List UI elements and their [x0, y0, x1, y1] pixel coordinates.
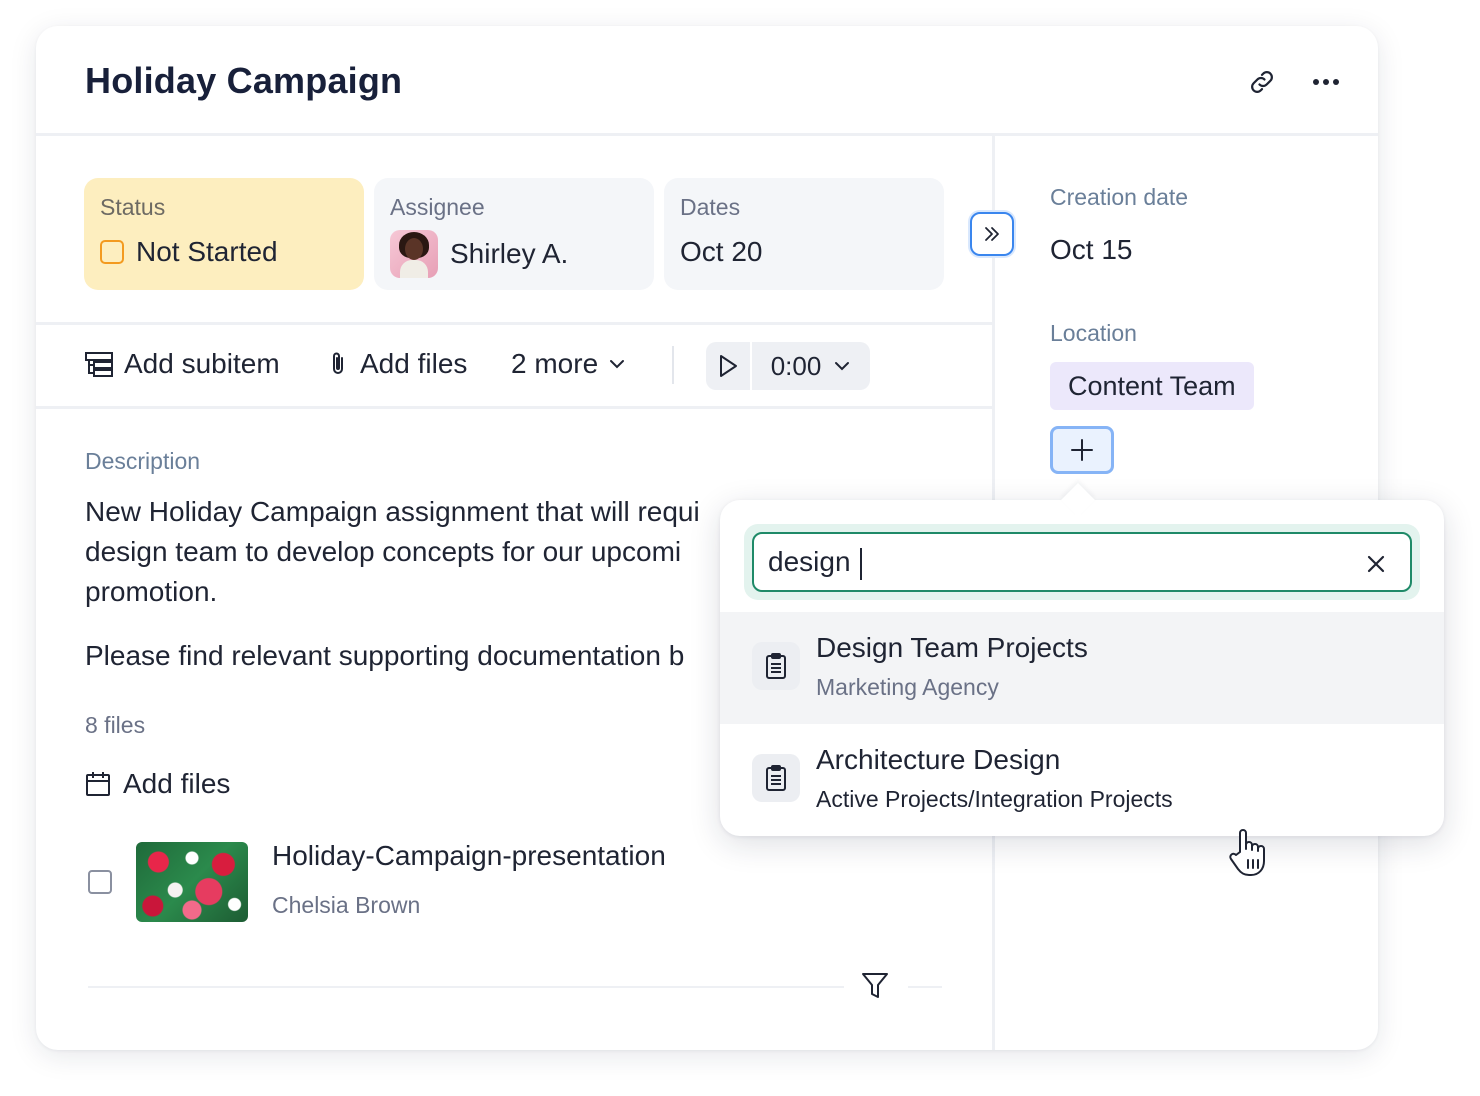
description-label: Description — [85, 448, 201, 474]
add-subitem-button[interactable]: Add subitem — [84, 348, 280, 380]
expand-panel-button[interactable] — [970, 212, 1014, 256]
dropdown-option[interactable]: Architecture Design Active Projects/Inte… — [720, 724, 1444, 836]
add-files-label: Add files — [360, 348, 468, 379]
timer-control: 0:00 — [706, 342, 870, 390]
location-label: Location — [1050, 320, 1137, 346]
dates-field[interactable]: Dates Oct 20 — [664, 178, 944, 290]
option-title: Architecture Design — [816, 744, 1061, 775]
more-horizontal-icon[interactable] — [1308, 64, 1344, 100]
clipboard-icon — [752, 754, 800, 802]
chevrons-right-icon — [985, 227, 999, 241]
avatar — [390, 230, 438, 278]
list-divider-end — [908, 986, 942, 988]
file-owner: Chelsia Brown — [272, 892, 421, 918]
add-files-button[interactable]: Add files — [326, 348, 467, 380]
toolbar-top-divider — [36, 322, 992, 325]
option-subtitle: Marketing Agency — [816, 674, 999, 700]
page-title: Holiday Campaign — [85, 60, 403, 101]
location-tag[interactable]: Content Team — [1050, 362, 1254, 410]
add-location-button[interactable] — [1050, 426, 1114, 474]
card-header: Holiday Campaign — [36, 26, 1378, 136]
more-label: 2 more — [511, 348, 599, 379]
toolbar-divider — [672, 346, 674, 384]
plus-icon — [1071, 439, 1093, 461]
timer-value: 0:00 — [770, 350, 822, 381]
search-field — [752, 532, 1412, 592]
files-count: 8 files — [85, 712, 146, 738]
file-thumbnail[interactable] — [136, 842, 248, 922]
add-files-link[interactable]: Add files — [85, 768, 230, 800]
file-name[interactable]: Holiday-Campaign-presentation — [272, 840, 666, 872]
status-field[interactable]: Status Not Started — [84, 178, 364, 290]
dropdown-option[interactable]: Design Team Projects Marketing Agency — [720, 612, 1444, 724]
toolbar-bottom-divider — [36, 406, 992, 409]
list-divider — [88, 986, 844, 988]
status-text: Not Started — [136, 236, 278, 267]
creation-date-label: Creation date — [1050, 184, 1189, 210]
filter-icon[interactable] — [860, 970, 890, 1002]
option-subtitle: Active Projects/Integration Projects — [816, 786, 1173, 812]
play-icon — [720, 355, 737, 377]
text-cursor — [860, 548, 862, 580]
chevron-down-icon — [835, 362, 850, 371]
subitem-icon — [85, 352, 113, 377]
creation-date-value: Oct 15 — [1050, 234, 1133, 265]
hand-cursor-icon — [1229, 829, 1265, 876]
assignee-name: Shirley A. — [450, 238, 569, 269]
file-checkbox[interactable] — [88, 870, 112, 894]
search-input[interactable] — [768, 542, 1328, 582]
more-dropdown[interactable]: 2 more — [511, 348, 626, 380]
status-square-icon — [100, 240, 124, 264]
assignee-label: Assignee — [390, 194, 485, 220]
clear-search-button[interactable] — [1360, 548, 1392, 580]
dates-label: Dates — [680, 194, 741, 220]
close-icon — [1367, 555, 1385, 573]
clipboard-icon — [752, 642, 800, 690]
link-icon[interactable] — [1244, 64, 1280, 100]
add-subitem-label: Add subitem — [124, 348, 280, 379]
location-dropdown: Design Team Projects Marketing Agency Ar… — [720, 483, 1444, 836]
calendar-icon — [86, 772, 110, 796]
search-field-wrapper — [744, 524, 1420, 600]
assignee-value: Shirley A. — [390, 230, 568, 278]
dates-value: Oct 20 — [680, 236, 763, 267]
play-button[interactable] — [706, 342, 752, 390]
assignee-field[interactable]: Assignee Shirley A. — [374, 178, 654, 290]
timer-dropdown[interactable]: 0:00 — [752, 342, 870, 390]
option-title: Design Team Projects — [816, 632, 1088, 663]
status-value: Not Started — [100, 236, 278, 268]
chevron-down-icon — [610, 360, 625, 369]
status-label: Status — [100, 194, 166, 220]
paperclip-icon — [333, 352, 343, 374]
add-files-link-label: Add files — [123, 768, 231, 799]
